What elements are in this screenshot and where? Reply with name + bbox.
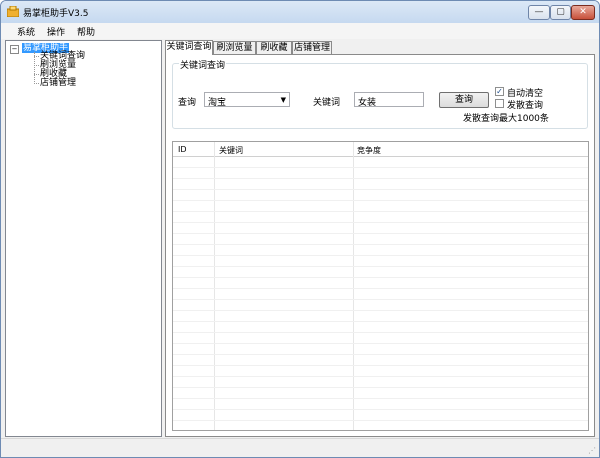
keyword-label: 关键词	[313, 98, 341, 108]
search-group: 关键词查询 查询 淘宝 ▼ 关键词 女装 查询 ✓ 自动清空 发散查询 发散查询…	[172, 58, 588, 129]
tab-favorite[interactable]: 刷收藏	[256, 41, 292, 54]
tab-browse[interactable]: 刷浏览量	[213, 41, 256, 54]
search-group-title: 关键词查询	[179, 58, 227, 71]
minimize-button[interactable]: —	[528, 5, 550, 20]
status-bar: ⋰	[1, 438, 599, 457]
spread-query-label: 发散查询	[507, 101, 544, 111]
spread-query-checkbox[interactable]	[495, 99, 504, 108]
tree-connector	[34, 74, 39, 75]
close-button[interactable]: ✕	[571, 5, 595, 20]
search-button[interactable]: 查询	[439, 92, 489, 108]
tree-connector	[34, 56, 39, 57]
maximize-button[interactable]: ▢	[550, 5, 571, 20]
tree-connector	[34, 65, 39, 66]
tab-shop-manage[interactable]: 店铺管理	[292, 41, 332, 54]
source-select-value: 淘宝	[208, 98, 227, 108]
tree-panel: − 易掌柜助手 关键词查询 刷浏览量 刷收藏 店铺管理	[5, 40, 162, 437]
tree-item-shop-manage[interactable]: 店铺管理	[40, 78, 76, 88]
window-title: 易掌柜助手V3.5	[23, 9, 89, 19]
table-row	[173, 409, 588, 421]
chevron-down-icon[interactable]: ▼	[281, 96, 286, 104]
menu-operation[interactable]: 操作	[47, 25, 65, 38]
resize-grip-icon[interactable]: ⋰	[588, 446, 596, 455]
menu-help[interactable]: 帮助	[77, 25, 95, 38]
tree-collapse-icon[interactable]: −	[10, 45, 19, 54]
table-header: ID 关键词 竞争度	[173, 142, 588, 157]
source-select[interactable]: 淘宝 ▼	[204, 92, 290, 108]
menu-system[interactable]: 系统	[17, 25, 35, 38]
auto-clear-checkbox[interactable]: ✓	[495, 87, 504, 96]
tree-connector	[34, 83, 39, 84]
column-header-id[interactable]: ID	[178, 145, 187, 154]
keyword-input[interactable]: 女装	[354, 92, 424, 108]
result-table[interactable]: ID 关键词 竞争度	[172, 141, 589, 431]
main-window: 易掌柜助手V3.5 — ▢ ✕ 系统 操作 帮助 − 易掌柜助手 关键词查询 刷…	[0, 0, 600, 458]
spread-query-note: 发散查询最大1000条	[463, 114, 549, 124]
tab-panel: 关键词查询 查询 淘宝 ▼ 关键词 女装 查询 ✓ 自动清空 发散查询 发散查询…	[165, 54, 595, 437]
menu-bar: 系统 操作 帮助	[1, 23, 599, 39]
tab-keyword-query[interactable]: 关键词查询	[165, 40, 213, 55]
app-icon	[7, 6, 19, 17]
query-label: 查询	[178, 98, 197, 108]
column-header-competition[interactable]: 竞争度	[357, 145, 381, 156]
column-header-keyword[interactable]: 关键词	[219, 145, 243, 156]
title-bar[interactable]: 易掌柜助手V3.5 — ▢ ✕	[1, 1, 599, 23]
